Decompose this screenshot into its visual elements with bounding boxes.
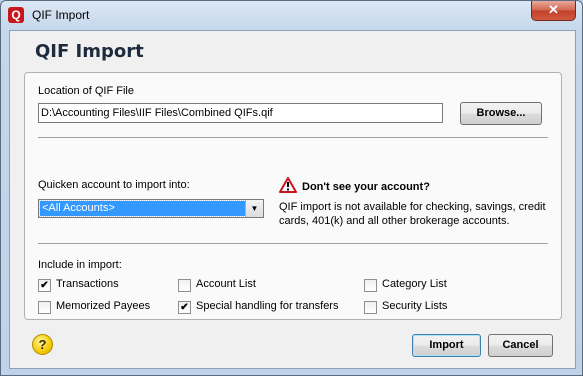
warning-title: Don't see your account? bbox=[302, 181, 430, 193]
close-button[interactable]: ✕ bbox=[531, 1, 576, 21]
security-lists-checkbox[interactable] bbox=[364, 301, 377, 314]
account-label: Quicken account to import into: bbox=[38, 179, 190, 191]
qif-import-window: Q QIF Import ✕ QIF Import Location of QI… bbox=[0, 0, 583, 376]
account-list-label[interactable]: Account List bbox=[196, 278, 256, 290]
transactions-checkbox[interactable]: ✔ bbox=[38, 279, 51, 292]
window-title: QIF Import bbox=[32, 8, 90, 22]
chevron-down-icon[interactable]: ▼ bbox=[245, 200, 263, 217]
browse-button[interactable]: Browse... bbox=[460, 102, 542, 125]
account-list-checkbox[interactable] bbox=[178, 279, 191, 292]
location-label: Location of QIF File bbox=[38, 85, 134, 97]
memorized-payees-checkbox[interactable] bbox=[38, 301, 51, 314]
category-list-label[interactable]: Category List bbox=[382, 278, 447, 290]
divider bbox=[38, 137, 548, 138]
title-bar: Q QIF Import ✕ bbox=[1, 1, 582, 29]
special-transfers-label[interactable]: Special handling for transfers bbox=[196, 300, 338, 312]
security-lists-label[interactable]: Security Lists bbox=[382, 300, 447, 312]
special-transfers-checkbox[interactable]: ✔ bbox=[178, 301, 191, 314]
category-list-checkbox[interactable] bbox=[364, 279, 377, 292]
quicken-app-icon: Q bbox=[8, 7, 24, 23]
account-select[interactable]: <All Accounts> ▼ bbox=[38, 199, 264, 218]
memorized-payees-label[interactable]: Memorized Payees bbox=[56, 300, 150, 312]
help-icon[interactable]: ? bbox=[32, 334, 53, 355]
include-label: Include in import: bbox=[38, 259, 122, 271]
warning-icon bbox=[279, 177, 297, 193]
transactions-label[interactable]: Transactions bbox=[56, 278, 119, 290]
page-title: QIF Import bbox=[35, 41, 144, 62]
divider bbox=[38, 243, 548, 244]
warning-text: QIF import is not available for checking… bbox=[279, 201, 546, 227]
import-button[interactable]: Import bbox=[412, 334, 481, 357]
qif-file-path-input[interactable]: D:\Accounting Files\IIF Files\Combined Q… bbox=[38, 103, 443, 123]
account-select-value: <All Accounts> bbox=[39, 200, 246, 217]
import-options-panel: Location of QIF File D:\Accounting Files… bbox=[24, 72, 562, 320]
dialog-client-area: QIF Import Location of QIF File D:\Accou… bbox=[9, 30, 576, 369]
cancel-button[interactable]: Cancel bbox=[488, 334, 553, 357]
